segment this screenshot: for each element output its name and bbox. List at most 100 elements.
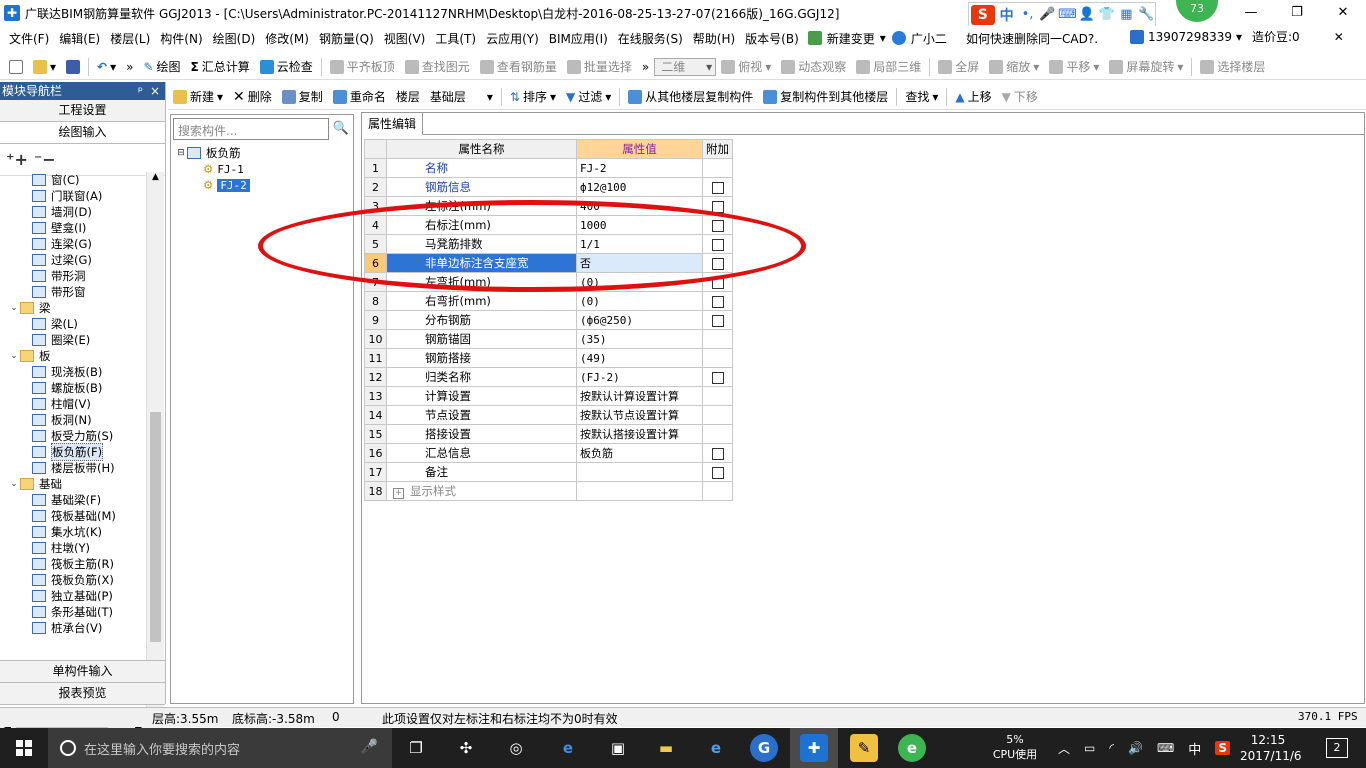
plan-view-button[interactable]: 俯视 ▾	[716, 56, 776, 78]
report-preview-button[interactable]: 报表预览	[0, 683, 165, 705]
property-row[interactable]: 13 计算设置 按默认计算设置计算	[364, 386, 733, 406]
sogou-tray-icon[interactable]: S	[1215, 741, 1230, 755]
tree-item-row[interactable]: 板洞(N)	[0, 412, 146, 428]
tray-expand-icon[interactable]: ︿	[1058, 740, 1070, 757]
property-row[interactable]: 18 + 显示样式	[364, 481, 733, 501]
tree-root-row[interactable]: ⊟ 板负筋	[175, 145, 250, 161]
network-icon[interactable]: ▭	[1084, 741, 1095, 755]
ggj-app-icon[interactable]: ✚	[800, 734, 828, 762]
microphone-icon[interactable]: 🎤	[1038, 7, 1056, 22]
scroll-up-arrow-icon[interactable]: ▲	[147, 172, 164, 186]
ie-browser-icon[interactable]: e	[702, 734, 730, 762]
menu-tools[interactable]: 工具(T)	[430, 30, 481, 47]
collapse-chevron-icon[interactable]: ⌄	[8, 351, 20, 361]
notes-app-icon[interactable]: ✎	[850, 734, 878, 762]
flush-top-button[interactable]: 平齐板顶	[325, 56, 400, 78]
property-value-cell[interactable]: 1000	[576, 215, 703, 235]
property-row[interactable]: 1 名称 FJ-2	[364, 158, 733, 178]
property-row[interactable]: 14 节点设置 按默认节点设置计算	[364, 405, 733, 425]
cloud-check-button[interactable]: 云检查	[255, 56, 318, 78]
cpu-usage[interactable]: 5% CPU使用	[988, 732, 1042, 762]
app-swirl-icon[interactable]: ◎	[502, 734, 530, 762]
component-item[interactable]: ⚙ FJ-1	[175, 161, 250, 177]
extra-checkbox[interactable]	[711, 447, 724, 460]
tree-item-row[interactable]: 带形窗	[0, 284, 146, 300]
property-value-cell[interactable]: 按默认搭接设置计算	[576, 424, 703, 444]
zoom-button[interactable]: 缩放 ▾	[984, 56, 1044, 78]
property-value-cell[interactable]: 1/1	[576, 234, 703, 254]
menu-version[interactable]: 版本号(B)	[740, 30, 804, 47]
draw-button[interactable]: ✎ 绘图	[138, 56, 185, 78]
move-up-button[interactable]: ▲ 上移	[950, 86, 996, 108]
tree-item-row[interactable]: 桩承台(V)	[0, 620, 146, 636]
ime-toolbar[interactable]: S 中 •, 🎤 ⌨ 👤 👕 ▦ 🔧	[968, 2, 1156, 27]
grid-icon[interactable]: ▦	[1118, 7, 1136, 22]
dropdown-arrow-icon[interactable]: ▾	[1236, 30, 1242, 44]
sort-button[interactable]: ⇅ 排序 ▾	[505, 86, 561, 108]
sogou-logo-icon[interactable]: S	[971, 4, 995, 25]
start-button[interactable]	[0, 728, 48, 768]
component-item-selected[interactable]: ⚙ FJ-2	[175, 177, 250, 193]
rotate-button[interactable]: 屏幕旋转 ▾	[1104, 56, 1188, 78]
green-app-icon[interactable]: e	[898, 734, 926, 762]
maximize-button[interactable]: ❐	[1274, 0, 1320, 26]
close-document-icon[interactable]: ✕	[1334, 30, 1344, 44]
volume-icon[interactable]: 🔊	[1128, 741, 1143, 755]
search-icon[interactable]: 🔍	[331, 118, 351, 140]
wrench-icon[interactable]: 🔧	[1137, 7, 1155, 22]
property-row[interactable]: 7 左弯折(mm) (0)	[364, 272, 733, 292]
property-row[interactable]: 12 归类名称 (FJ-2)	[364, 367, 733, 387]
property-row[interactable]: 5 马凳筋排数 1/1	[364, 234, 733, 254]
close-button[interactable]: ✕	[1320, 0, 1366, 26]
system-clock[interactable]: 12:15 2017/11/6	[1240, 732, 1302, 764]
collapse-chevron-icon[interactable]: ⌄	[8, 479, 20, 489]
find-button[interactable]: 查找 ▾	[900, 86, 943, 108]
delete-component-button[interactable]: ✕ 删除	[228, 86, 277, 108]
tree-item-row[interactable]: 板受力筋(S)	[0, 428, 146, 444]
store-icon[interactable]: ▣	[604, 734, 632, 762]
menu-floor[interactable]: 楼层(L)	[105, 30, 155, 47]
minimize-button[interactable]: —	[1228, 0, 1274, 26]
tree-item-row[interactable]: 过梁(G)	[0, 252, 146, 268]
property-row[interactable]: 6 非单边标注含支座宽 否	[364, 253, 733, 273]
menu-edit[interactable]: 编辑(E)	[54, 30, 105, 47]
scroll-thumb[interactable]	[150, 412, 161, 642]
tree-item-row[interactable]: 楼层板带(H)	[0, 460, 146, 476]
menu-draw[interactable]: 绘图(D)	[208, 30, 261, 47]
extra-checkbox[interactable]	[711, 219, 724, 232]
property-row[interactable]: 10 钢筋锚固 (35)	[364, 329, 733, 349]
extra-checkbox[interactable]	[711, 238, 724, 251]
menu-rebar-qty[interactable]: 钢筋量(Q)	[314, 30, 379, 47]
punctuation-icon[interactable]: •,	[1019, 7, 1037, 22]
property-row[interactable]: 9 分布钢筋 (ф6@250)	[364, 310, 733, 330]
extra-checkbox[interactable]	[711, 314, 724, 327]
copy-component-button[interactable]: 复制	[277, 86, 328, 108]
find-element-button[interactable]: 查找图元	[400, 56, 475, 78]
pin-icon[interactable]: ᵖ	[138, 82, 143, 100]
extra-checkbox[interactable]	[711, 181, 724, 194]
property-row[interactable]: 3 左标注(mm) 400	[364, 196, 733, 216]
assistant-link[interactable]: 广小二	[906, 30, 952, 47]
new-change-menu[interactable]: 新建变更	[822, 30, 880, 47]
tree-item-row[interactable]: 窗(C)	[0, 172, 146, 188]
component-search-input[interactable]: 搜索构件...	[173, 118, 329, 140]
price-beans[interactable]: 造价豆:0	[1252, 28, 1300, 45]
project-settings-button[interactable]: 工程设置	[0, 100, 165, 122]
tree-item-row[interactable]: 条形基础(T)	[0, 604, 146, 620]
property-value-cell[interactable]: (35)	[576, 329, 703, 349]
tree-item-row[interactable]: 现浇板(B)	[0, 364, 146, 380]
menu-online[interactable]: 在线服务(S)	[613, 30, 688, 47]
tree-item-row[interactable]: 板负筋(F)	[0, 443, 146, 461]
tree-item-row[interactable]: 连梁(G)	[0, 236, 146, 252]
property-value-cell[interactable]: (0)	[576, 291, 703, 311]
close-icon[interactable]: ×	[150, 82, 160, 100]
new-component-button[interactable]: 新建 ▾	[168, 86, 228, 108]
property-row[interactable]: 17 备注	[364, 462, 733, 482]
filter-button[interactable]: ▼ 过滤 ▾	[561, 86, 616, 108]
menu-file[interactable]: 文件(F)	[4, 30, 54, 47]
tree-item-row[interactable]: 独立基础(P)	[0, 588, 146, 604]
property-value-cell[interactable]: FJ-2	[576, 158, 703, 178]
tree-folder-row[interactable]: ⌄ 基础	[0, 476, 146, 492]
property-value-cell[interactable]	[576, 481, 703, 501]
property-row[interactable]: 8 右弯折(mm) (0)	[364, 291, 733, 311]
